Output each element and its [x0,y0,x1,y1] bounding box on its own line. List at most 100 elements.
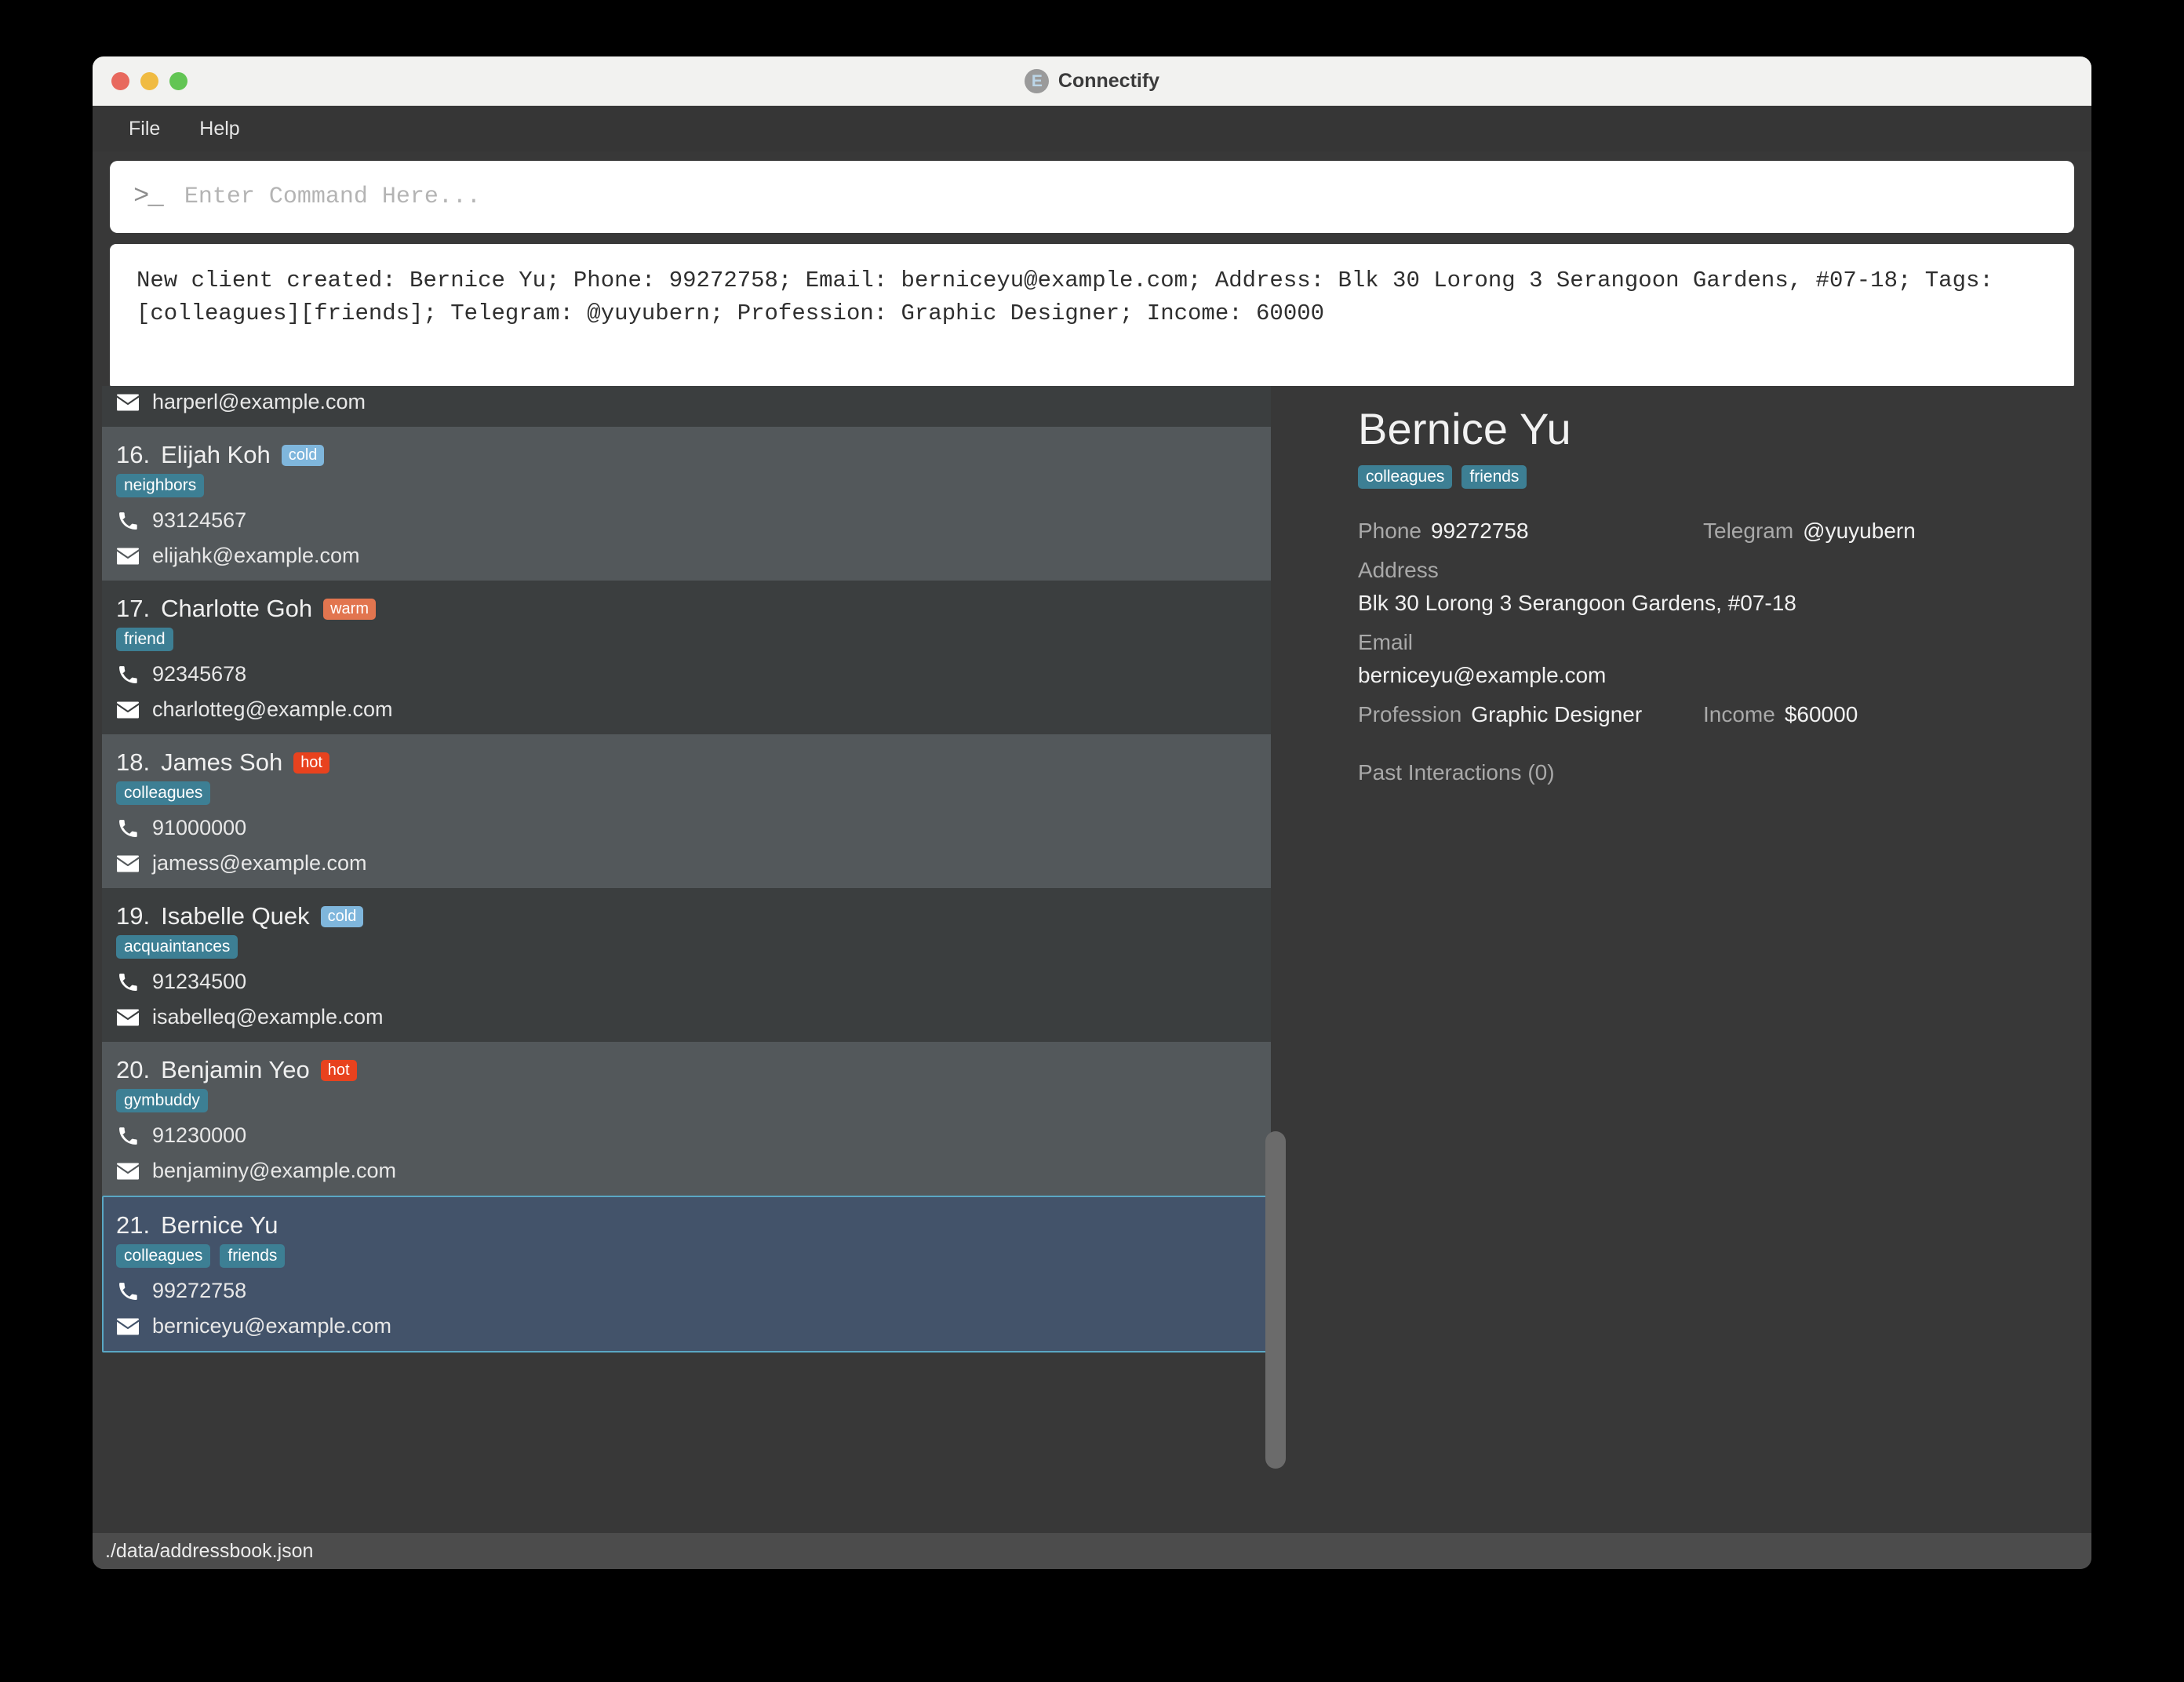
detail-profession-value: Graphic Designer [1471,702,1643,726]
person-name: Bernice Yu [161,1211,278,1239]
envelope-icon [116,1009,140,1026]
app-logo-icon: E [1024,68,1049,93]
envelope-icon [116,1318,140,1335]
person-name: Charlotte Goh [161,595,313,622]
detail-address-value: Blk 30 Lorong 3 Serangoon Gardens, #07-1… [1358,591,1796,615]
menu-bar: File Help [93,106,2091,151]
detail-fields: Phone 99272758 Telegram @yuyubern [1358,519,2044,558]
envelope-icon [116,548,140,565]
status-bar: ./data/addressbook.json [93,1533,2091,1569]
person-tag: colleagues [116,1244,211,1268]
detail-tag: friends [1461,465,1527,489]
person-tag: neighbors [116,474,205,497]
temperature-badge: hot [293,752,329,774]
person-list-item[interactable]: 19. Isabelle Quek cold acquaintances 9123450… [102,888,1271,1042]
person-email-row: harperl@example.com [116,390,1271,414]
detail-income-value: $60000 [1784,702,1858,726]
person-list-item[interactable]: 18. James Soh hot colleagues 91000000 jamess@… [102,734,1271,888]
maximize-window-button[interactable] [169,71,187,90]
detail-tag-list: colleagues friends [1358,465,2044,489]
person-email-row: isabelleq@example.com [116,1005,1271,1029]
person-email: harperl@example.com [152,390,366,413]
person-index: 18. [116,748,151,776]
person-email-row: berniceyu@example.com [116,1314,1269,1338]
phone-icon [116,664,140,685]
detail-email-value: berniceyu@example.com [1358,663,1607,687]
detail-address-label: Address [1358,558,1439,582]
detail-fields-2: Profession Graphic Designer Income $6000… [1358,702,2044,741]
result-box: New client created: Bernice Yu; Phone: 9… [110,244,2074,390]
person-tag-list: friend [116,628,1271,651]
person-phone: 92345678 [152,662,247,686]
command-box[interactable]: >_ [110,161,2074,233]
person-email-row: elijahk@example.com [116,544,1271,568]
person-list-item[interactable]: 16. Elijah Koh cold neighbors 93124567 elijah… [102,427,1271,581]
detail-field-address: Address Blk 30 Lorong 3 Serangoon Garden… [1358,558,2044,616]
past-interactions-header: Past Interactions (0) [1358,760,1555,785]
person-list-item[interactable]: 92234567harperl@example.com [102,386,1271,427]
person-list-item[interactable]: 17. Charlotte Goh warm friend 92345678 charlo… [102,581,1271,734]
command-input[interactable] [182,183,2051,211]
person-phone-row: 91000000 [116,816,1271,840]
detail-phone-value: 99272758 [1430,519,1529,543]
title-bar-center: E Connectify [93,68,2091,93]
person-index: 19. [116,902,151,930]
person-index: 17. [116,595,151,622]
detail-tag: colleagues [1358,465,1453,489]
envelope-icon [116,855,140,872]
person-tag-list: neighbors [116,474,1271,497]
detail-field-profession: Profession Graphic Designer [1358,702,1703,727]
person-phone: 91234500 [152,970,247,993]
person-list-panel: 92234567harperl@example.com 16. Elijah Koh… [93,386,1311,1533]
person-phone-row: 91234500 [116,970,1271,994]
status-bar-file-path: ./data/addressbook.json [105,1539,314,1562]
person-email: isabelleq@example.com [152,1005,384,1028]
person-tag: friends [220,1244,286,1268]
person-tag-list: colleagues [116,781,1271,805]
phone-icon [116,1281,140,1302]
person-index: 16. [116,441,151,468]
detail-telegram-value: @yuyubern [1803,519,1916,543]
person-email: jamess@example.com [152,851,367,875]
person-phone-row: 93124567 [116,508,1271,533]
detail-telegram-label: Telegram [1703,519,1794,543]
person-name: Benjamin Yeo [161,1056,310,1083]
scrollbar-thumb[interactable] [1265,1131,1286,1469]
temperature-badge: hot [320,1059,357,1081]
person-email: benjaminy@example.com [152,1159,397,1182]
detail-field-income: Income $60000 [1703,702,2044,727]
person-phone: 91000000 [152,816,247,839]
person-headline: 21. Bernice Yu [116,1211,1269,1240]
detail-person-name: Bernice Yu [1358,404,1571,453]
temperature-badge: cold [281,444,325,466]
person-name: James Soh [161,748,283,776]
person-name: Isabelle Quek [161,902,310,930]
person-list-scrollbar[interactable] [1265,399,1286,1517]
menu-item-file[interactable]: File [113,113,176,145]
person-email-row: benjaminy@example.com [116,1159,1271,1183]
phone-icon [116,1126,140,1146]
minimize-window-button[interactable] [140,71,158,90]
phone-icon [116,511,140,531]
person-list-item[interactable]: 21. Bernice Yu colleagues friends 99272758 be… [102,1196,1271,1353]
phone-icon [116,818,140,839]
person-email: charlotteg@example.com [152,697,393,721]
main-content: 92234567harperl@example.com 16. Elijah Koh… [93,386,2091,1533]
person-detail-panel: Bernice Yu colleagues friends Phone 99272… [1311,386,2091,1533]
phone-icon [116,972,140,992]
detail-field-telegram: Telegram @yuyubern [1703,519,2044,544]
person-index: 20. [116,1056,151,1083]
person-list-item[interactable]: 20. Benjamin Yeo hot gymbuddy 91230000 benjam… [102,1042,1271,1196]
envelope-icon [116,1163,140,1180]
person-tag: colleagues [116,781,211,805]
app-window: E Connectify File Help >_ New client cre… [93,56,2091,1569]
person-list[interactable]: 92234567harperl@example.com 16. Elijah Koh… [102,386,1271,1524]
person-headline: 19. Isabelle Quek cold [116,902,1271,930]
person-phone-row: 99272758 [116,1279,1269,1303]
window-title: Connectify [1057,69,1160,92]
detail-field-phone: Phone 99272758 [1358,519,1703,544]
close-window-button[interactable] [111,71,129,90]
detail-income-label: Income [1703,702,1775,726]
temperature-badge: warm [323,598,376,620]
menu-item-help[interactable]: Help [184,113,255,145]
